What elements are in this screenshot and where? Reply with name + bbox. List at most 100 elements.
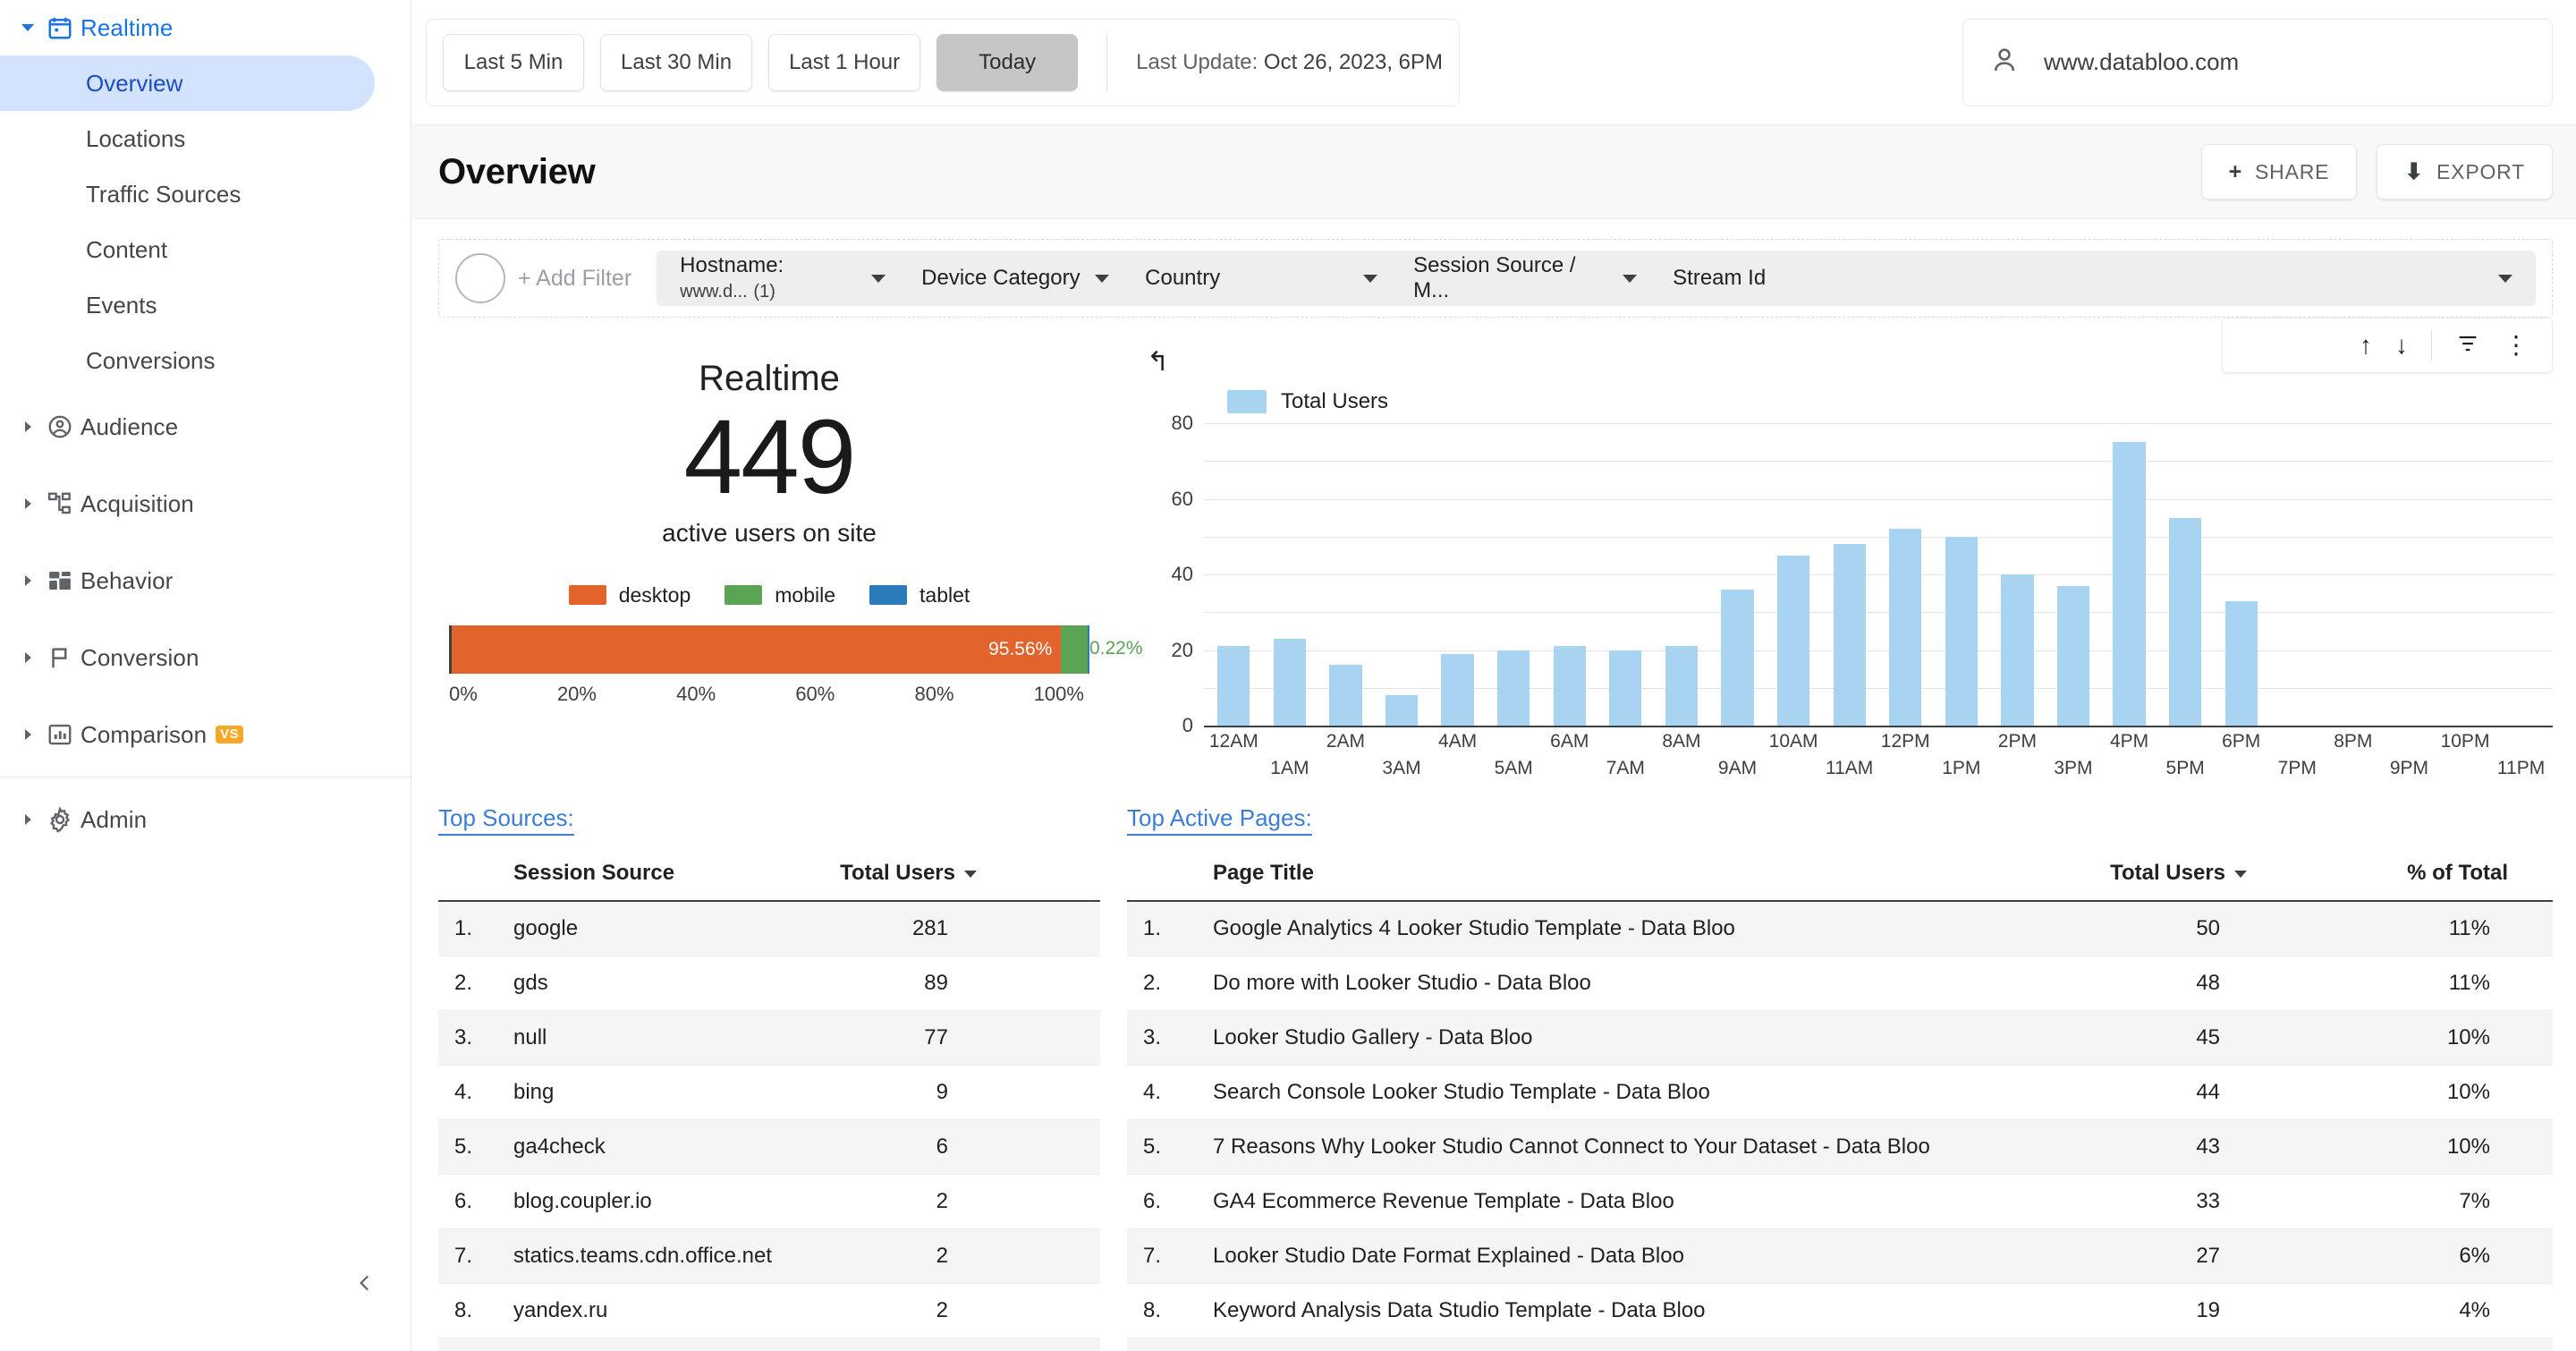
export-button[interactable]: ⬇ EXPORT <box>2377 144 2553 200</box>
chart-bar[interactable] <box>1497 650 1530 726</box>
table-row[interactable]: 3. Looker Studio Gallery - Data Bloo 45 10% <box>1127 1010 2553 1066</box>
chart-bar[interactable] <box>1609 650 1642 726</box>
more-vert-icon[interactable]: ⋮ <box>2504 333 2529 358</box>
chart-bar[interactable] <box>1776 555 1810 726</box>
table-row[interactable]: 2. gds 89 <box>438 956 1100 1011</box>
chart-bar[interactable] <box>2001 574 2034 726</box>
table-row[interactable]: 3. null 77 <box>438 1010 1100 1066</box>
range-last-30-min-button[interactable]: Last 30 Min <box>600 33 753 91</box>
collapse-sidebar-button[interactable] <box>349 1267 381 1299</box>
chart-bar[interactable] <box>1665 646 1699 726</box>
arrow-up-icon[interactable]: ↑ <box>2360 333 2372 358</box>
chart-bar[interactable] <box>1273 638 1306 726</box>
bar-slot <box>1374 423 1430 726</box>
chart-bar[interactable] <box>1721 589 1754 726</box>
column-page-title[interactable]: Page Title <box>1193 848 2062 902</box>
row-session-source: bing <box>504 1065 807 1120</box>
sort-caret-icon[interactable] <box>964 870 977 878</box>
sidebar-item-conversions[interactable]: Conversions <box>0 333 375 388</box>
chevron-down-icon[interactable] <box>1363 274 1378 283</box>
chart-bar[interactable] <box>2168 517 2202 726</box>
chevron-down-icon[interactable] <box>871 274 886 283</box>
chart-bar[interactable] <box>1833 544 1866 726</box>
filter-chip-device-category[interactable]: Device Category <box>903 251 1127 306</box>
filter-chip-country[interactable]: Country <box>1127 251 1395 306</box>
chart-bar[interactable] <box>1889 529 1922 726</box>
sidebar-item-behavior[interactable]: Behavior <box>0 542 411 619</box>
sidebar-item-label: Admin <box>80 805 148 833</box>
site-selector[interactable]: www.databloo.com <box>1962 18 2553 106</box>
filter-chip-hostname[interactable]: Hostname: www.d... (1) <box>662 251 903 306</box>
chart-bar[interactable] <box>1217 646 1250 726</box>
sidebar-item-comparison[interactable]: Comparison VS <box>0 696 411 773</box>
chart-bar[interactable] <box>1945 536 1978 726</box>
sidebar-item-events[interactable]: Events <box>0 277 375 333</box>
x-axis-line <box>1204 726 2553 727</box>
column-pct-of-total[interactable]: % of Total <box>2381 848 2553 902</box>
table-row[interactable]: 8. Keyword Analysis Data Studio Template … <box>1127 1283 2553 1338</box>
row-session-source: ga4check <box>504 1119 807 1175</box>
sort-caret-icon[interactable] <box>2234 870 2248 878</box>
share-button[interactable]: + SHARE <box>2200 144 2358 200</box>
chevron-right-icon[interactable] <box>16 814 39 825</box>
filter-chip-session-source[interactable]: Session Source / M... <box>1395 251 1655 306</box>
sidebar-item-content[interactable]: Content <box>0 222 375 277</box>
sidebar-item-traffic-sources[interactable]: Traffic Sources <box>0 166 375 222</box>
sidebar-item-label: Content <box>86 235 168 263</box>
row-total-users: 27 <box>2061 1228 2382 1284</box>
chevron-down-icon[interactable] <box>1623 274 1638 283</box>
sidebar-group-realtime[interactable]: Realtime <box>0 0 411 55</box>
chevron-right-icon[interactable] <box>16 421 39 432</box>
table-row[interactable]: 7. statics.teams.cdn.office.net 2 <box>438 1228 1100 1284</box>
chevron-right-icon[interactable] <box>16 575 39 586</box>
filter-icon[interactable] <box>2455 331 2480 361</box>
sidebar-item-audience[interactable]: Audience <box>0 388 411 465</box>
chart-bar[interactable] <box>2056 585 2090 726</box>
sidebar-item-locations[interactable]: Locations <box>0 111 375 166</box>
chart-bar[interactable] <box>2113 442 2146 726</box>
add-filter-button[interactable]: + Add Filter <box>455 253 631 303</box>
range-last-1-hour-button[interactable]: Last 1 Hour <box>768 33 921 91</box>
filter-circle-icon[interactable] <box>455 253 505 303</box>
table-row[interactable]: 1. Google Analytics 4 Looker Studio Templ… <box>1127 901 2553 956</box>
chart-bar[interactable] <box>1385 695 1419 726</box>
sidebar-item-admin[interactable]: Admin <box>0 781 411 858</box>
table-row[interactable]: 9.GA4 Ecommerce Conversion Funnel Templa… <box>1127 1338 2553 1351</box>
table-row[interactable]: 5. ga4check 6 <box>438 1119 1100 1175</box>
table-row[interactable]: 7. Looker Studio Date Format Explained - … <box>1127 1228 2553 1284</box>
sidebar-item-acquisition[interactable]: Acquisition <box>0 465 411 542</box>
column-total-users[interactable]: Total Users <box>2061 848 2382 902</box>
column-total-users[interactable]: Total Users <box>806 848 1100 902</box>
column-session-source[interactable]: Session Source <box>504 848 807 902</box>
table-row[interactable]: 4. Search Console Looker Studio Template … <box>1127 1065 2553 1120</box>
chart-bar[interactable] <box>1553 646 1586 726</box>
table-row[interactable]: 4. bing 9 <box>438 1065 1100 1120</box>
range-last-5-min-button[interactable]: Last 5 Min <box>443 33 584 91</box>
chevron-right-icon[interactable] <box>16 498 39 509</box>
undo-icon[interactable]: ↰ <box>1147 346 1169 378</box>
bar-chart-icon <box>39 721 80 748</box>
table-row[interactable]: 6. GA4 Ecommerce Revenue Template - Data … <box>1127 1174 2553 1229</box>
chevron-right-icon[interactable] <box>16 729 39 740</box>
arrow-down-icon[interactable]: ↓ <box>2395 333 2408 358</box>
chart-bar[interactable] <box>1329 665 1362 726</box>
range-today-button[interactable]: Today <box>936 33 1079 91</box>
chart-bar[interactable] <box>2224 600 2258 726</box>
top-active-pages-table: Page Title Total Users % of Total 1. Goog… <box>1127 848 2553 1351</box>
table-row[interactable]: 1. google 281 <box>438 901 1100 956</box>
filter-chip-stream-id[interactable]: Stream Id <box>1655 251 2530 306</box>
table-row[interactable]: 2. Do more with Looker Studio - Data Bloo… <box>1127 956 2553 1011</box>
x-axis-tick: 6PM <box>2222 731 2261 752</box>
sidebar-item-overview[interactable]: Overview <box>0 55 375 111</box>
chart-bar[interactable] <box>1441 653 1474 726</box>
table-row[interactable]: 6. blog.coupler.io 2 <box>438 1174 1100 1229</box>
total-users-chart: ↰ ↑ ↓ ⋮ Total Users 0 20 40 60 80 12AM 1… <box>1127 318 2553 781</box>
table-row[interactable]: 9.bymarketers.co2 <box>438 1338 1100 1351</box>
table-row[interactable]: 5. 7 Reasons Why Looker Studio Cannot Con… <box>1127 1119 2553 1175</box>
table-row[interactable]: 8. yandex.ru 2 <box>438 1283 1100 1338</box>
chevron-down-icon[interactable] <box>2498 274 2512 283</box>
chevron-right-icon[interactable] <box>16 652 39 663</box>
sidebar-item-conversion[interactable]: Conversion <box>0 619 411 696</box>
chevron-down-icon[interactable] <box>16 24 39 31</box>
chevron-down-icon[interactable] <box>1095 274 1110 283</box>
